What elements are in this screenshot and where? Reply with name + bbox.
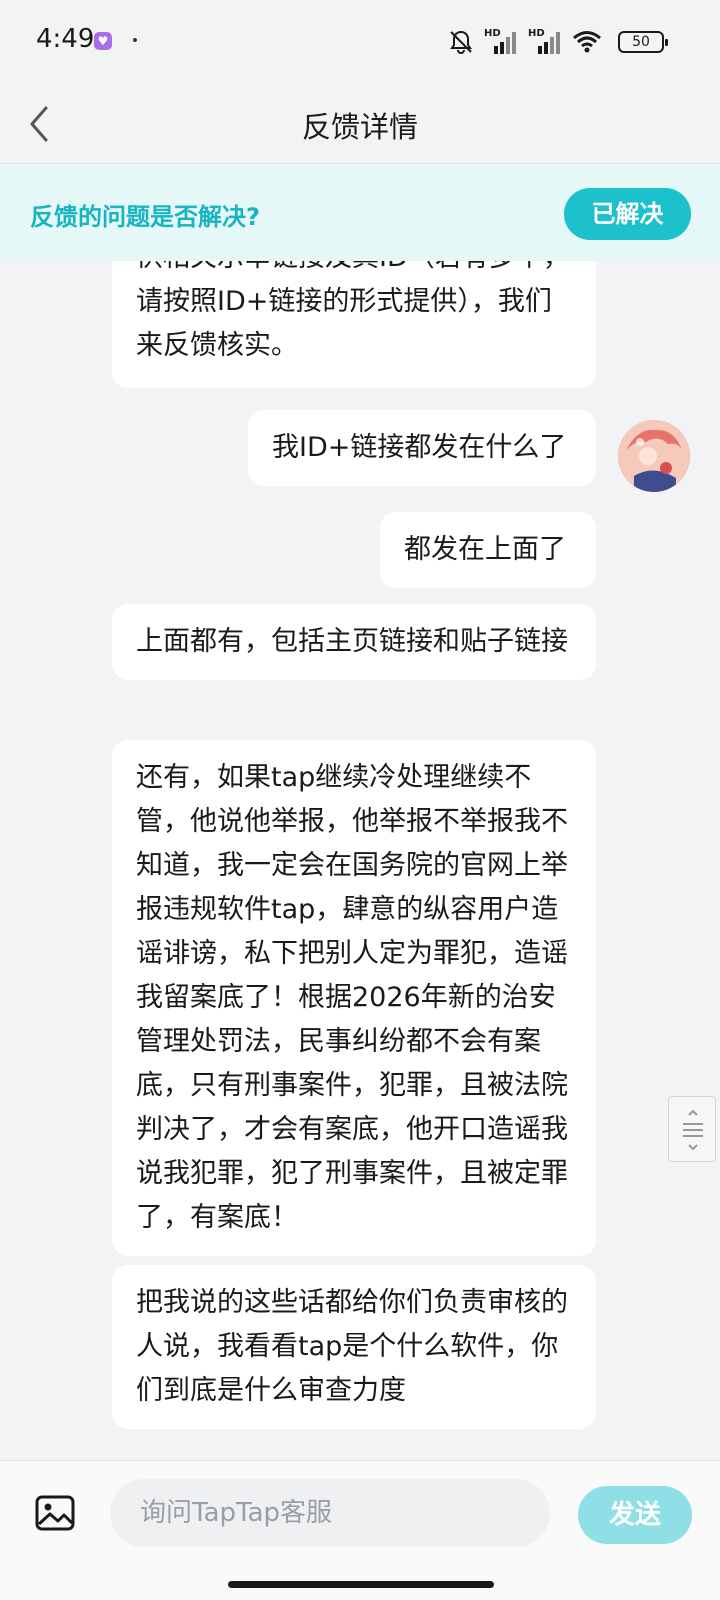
notification-dot-icon bbox=[133, 38, 137, 42]
send-button[interactable]: 发送 bbox=[578, 1486, 692, 1544]
image-upload-button[interactable] bbox=[34, 1492, 76, 1534]
message-text: 我ID+链接都发在什么了 bbox=[272, 432, 567, 463]
message-text: 都发在上面了 bbox=[404, 534, 566, 565]
status-icons: HD HD bbox=[448, 28, 602, 56]
home-indicator[interactable] bbox=[228, 1581, 494, 1588]
message-text: 上面都有，包括主页链接和贴子链接 bbox=[136, 626, 568, 657]
status-time: 4:49 bbox=[36, 24, 95, 54]
resolved-button[interactable]: 已解决 bbox=[564, 188, 691, 240]
message-text: 供相关示举链接及其ID（若有多个，请按照ID+链接的形式提供），我们来反馈核实。 bbox=[136, 260, 570, 361]
battery-level: 50 bbox=[632, 34, 650, 50]
battery-icon: 50 bbox=[618, 31, 668, 53]
message-bubble-support: 供相关示举链接及其ID（若有多个，请按照ID+链接的形式提供），我们来反馈核实。 bbox=[112, 260, 596, 388]
message-bubble-user: 我ID+链接都发在什么了 bbox=[248, 410, 596, 486]
chat-message-list[interactable]: 供相关示举链接及其ID（若有多个，请按照ID+链接的形式提供），我们来反馈核实。… bbox=[0, 260, 720, 1460]
signal-icon: HD bbox=[528, 28, 562, 56]
message-text: 把我说的这些话都给你们负责审核的人说，我看看tap是个什么软件，你们到底是什么审… bbox=[136, 1287, 568, 1406]
user-avatar[interactable] bbox=[618, 420, 690, 492]
page-title: 反馈详情 bbox=[301, 110, 418, 144]
mute-icon bbox=[450, 30, 472, 54]
wifi-icon bbox=[573, 31, 601, 53]
message-bubble-user: 都发在上面了 bbox=[380, 512, 596, 588]
message-bubble-support: 上面都有，包括主页链接和贴子链接 bbox=[112, 604, 596, 680]
app-notification-icon: ♥ bbox=[94, 32, 112, 50]
message-bubble-support: 还有，如果tap继续冷处理继续不管，他说他举报，他举报不举报我不知道，我一定会在… bbox=[112, 740, 596, 1256]
avatar-image bbox=[618, 420, 690, 492]
message-input[interactable] bbox=[110, 1479, 550, 1547]
image-icon bbox=[35, 1495, 75, 1531]
resolution-question: 反馈的问题是否解决? bbox=[30, 203, 260, 231]
message-text: 还有，如果tap继续冷处理继续不管，他说他举报，他举报不举报我不知道，我一定会在… bbox=[136, 762, 568, 1233]
message-bubble-support: 把我说的这些话都给你们负责审核的人说，我看看tap是个什么软件，你们到底是什么审… bbox=[112, 1265, 596, 1429]
scroll-handle[interactable] bbox=[668, 1096, 716, 1162]
signal-icon: HD bbox=[484, 28, 518, 56]
top-nav-bar: 反馈详情 bbox=[0, 84, 720, 164]
status-bar: 4:49 ♥ HD HD 50 bbox=[0, 0, 720, 84]
drag-handle-icon bbox=[683, 1109, 703, 1151]
